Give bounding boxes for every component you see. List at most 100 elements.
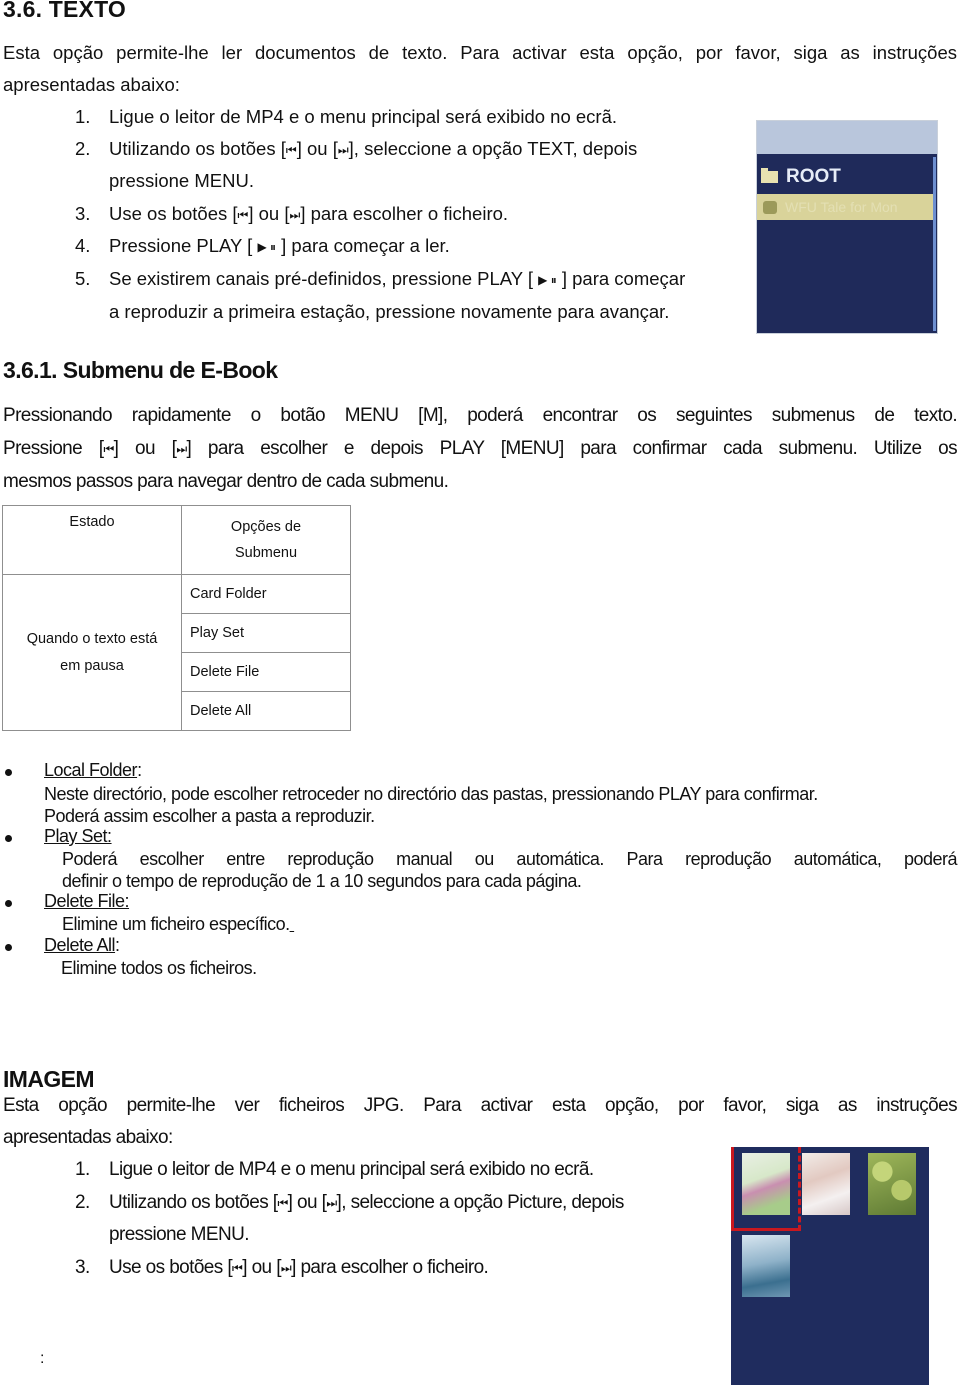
- texto-intro-line1: Esta opção permite-lhe ler documentos de…: [3, 42, 957, 63]
- step-number: 1.: [75, 1159, 90, 1180]
- para-text: Pressione [: [3, 438, 104, 459]
- bullet-text: Poderá assim escolher a pasta a reproduz…: [44, 806, 375, 826]
- step-text: ], seleccione a opção Picture, depois: [336, 1192, 625, 1213]
- step-text: Ligue o leitor de MP4 e o menu principal…: [109, 106, 618, 127]
- table-header-row: Estado Opções de Submenu: [2, 505, 351, 575]
- imagem-step-2: 2. Utilizando os botões [⏮] ou [⏭], selec…: [75, 1189, 624, 1217]
- bullet-label-suffix: :: [137, 760, 142, 780]
- texto-step-4: 4. Pressione PLAY [ ▶ ⏸ ] para começar a …: [75, 230, 450, 263]
- submenu-para-line3: mesmos passos para navegar dentro de cad…: [3, 471, 449, 492]
- root-label: ROOT: [786, 166, 841, 187]
- footer-mark: :: [40, 1350, 45, 1367]
- option-text: Delete File: [190, 664, 260, 680]
- bullet-label-play-set: Play Set:: [44, 826, 112, 847]
- texto-step-2-cont: pressione MENU.: [109, 170, 254, 191]
- step-number: 1.: [75, 106, 91, 127]
- step-number: 2.: [75, 138, 91, 159]
- skip-back-icon: ⏮: [277, 1196, 288, 1210]
- bullet-icon: [5, 835, 12, 842]
- texto-step-5: 5. Se existirem canais pré-definidos, pre…: [75, 263, 685, 296]
- option-text: Play Set: [190, 625, 244, 641]
- skip-back-icon: ⏮: [237, 208, 249, 222]
- step-text: ] ou [: [242, 1257, 281, 1278]
- state-text: em pausa: [60, 657, 124, 674]
- skip-forward-icon: ⏭: [289, 208, 301, 222]
- play-pause-icon: ▶ ⏸: [257, 240, 277, 254]
- section-title-texto: 3.6. TEXTO: [3, 0, 127, 22]
- selected-file-row: WFU Tale for Mon: [757, 194, 933, 220]
- header-text: Opções de: [230, 519, 302, 535]
- thumbnail-fruit: [868, 1153, 916, 1215]
- bullet-label-suffix: :: [115, 935, 120, 955]
- bullet-icon: [5, 769, 12, 776]
- skip-forward-icon: ⏭: [326, 1196, 337, 1210]
- bullet-label-delete-all: Delete All:: [44, 935, 120, 956]
- bullet-label-text: Local Folder: [44, 760, 138, 780]
- bullet-label-text: Delete File:: [44, 891, 130, 911]
- imagem-step-1: 1. Ligue o leitor de MP4 e o menu princip…: [75, 1156, 594, 1184]
- section-title-submenu: 3.6.1. Submenu de E-Book: [3, 357, 278, 383]
- texto-step-5-cont: a reproduzir a primeira estação, pressio…: [109, 301, 670, 322]
- texto-step-1: 1. Ligue o leitor de MP4 e o menu princip…: [75, 101, 617, 133]
- root-folder-row: ROOT: [757, 164, 929, 190]
- para-text: ] ou [: [113, 438, 177, 459]
- bullet-text: Elimine um ficheiro específico.: [62, 913, 294, 935]
- bullet-label-local-folder: Local Folder:: [44, 760, 142, 781]
- step-number: 4.: [75, 235, 91, 256]
- header-estado: Estado: [2, 505, 182, 575]
- option-cell: Delete File: [181, 652, 351, 692]
- option-cell: Delete All: [181, 691, 351, 731]
- header-text: Submenu: [234, 545, 298, 561]
- folder-icon: [761, 168, 778, 183]
- option-cell: Play Set: [181, 613, 351, 653]
- step-text: Utilizando os botões [: [109, 138, 286, 159]
- step-text: Utilizando os botões [: [109, 1192, 278, 1213]
- step-text: Ligue o leitor de MP4 e o menu principal…: [109, 1159, 594, 1180]
- skip-forward-icon: ⏭: [176, 442, 187, 456]
- option-text: Card Folder: [190, 586, 267, 602]
- step-text: Se existirem canais pré-definidos, press…: [109, 268, 539, 289]
- imagem-intro-line2: apresentadas abaixo:: [3, 1127, 173, 1148]
- header-opcoes: Opções de Submenu: [181, 505, 351, 575]
- submenu-para-line2: Pressione [⏮] ou [⏭] para escolher e dep…: [3, 435, 958, 463]
- skip-forward-icon: ⏭: [337, 143, 349, 157]
- state-cell: Quando o texto está em pausa: [2, 574, 182, 731]
- skip-forward-icon: ⏭: [280, 1261, 292, 1275]
- texto-intro-line2: apresentadas abaixo:: [3, 74, 180, 95]
- bullet-text: definir o tempo de reprodução de 1 a 10 …: [62, 871, 582, 891]
- device-screen-file-browser: ROOT WFU Tale for Mon: [756, 120, 938, 334]
- thumbnail-flower: [742, 1153, 790, 1215]
- bullet-label-text: Delete All: [44, 935, 116, 955]
- step-text: Use os botões [: [109, 203, 238, 224]
- imagem-step-2-cont: pressione MENU.: [109, 1224, 249, 1245]
- step-number: 2.: [75, 1192, 90, 1213]
- file-icon: [763, 200, 777, 214]
- table-row: Quando o texto está em pausa Card Folder: [2, 574, 351, 731]
- bullet-label-delete-file: Delete File:: [44, 891, 130, 912]
- step-text: ] para começar: [556, 268, 686, 289]
- imagem-step-3: 3. Use os botões [⏮] ou [⏭] para escolher…: [75, 1254, 489, 1282]
- step-text: ] para escolher o ficheiro.: [291, 1257, 489, 1278]
- bullet-text: Neste directório, pode escolher retroced…: [44, 784, 818, 804]
- step-number: 3.: [75, 1257, 90, 1278]
- thumbnail-tree: [742, 1235, 790, 1297]
- step-text: ] ou [: [296, 138, 338, 159]
- bullet-icon: [5, 944, 12, 951]
- play-pause-icon: ▶ ⏸: [538, 273, 557, 287]
- thumbnail-portrait: [802, 1153, 850, 1215]
- device-screen-picture-browser: [731, 1147, 929, 1385]
- texto-step-2: 2. Utilizando os botões [⏮] ou [⏭], selec…: [75, 133, 637, 166]
- submenu-table: Estado Opções de Submenu Quando o texto e…: [2, 505, 351, 731]
- section-title-imagem: IMAGEM: [3, 1066, 95, 1092]
- bullet-label-text: Play Set:: [44, 826, 112, 846]
- submenu-para-line1: Pressionando rapidamente o botão MENU [M…: [3, 405, 958, 426]
- para-text: ] para escolher e depois PLAY [MENU] par…: [186, 438, 958, 459]
- selected-file-label: WFU Tale for Mon: [785, 199, 898, 215]
- bullet-text-content: Elimine um ficheiro específico.: [62, 914, 290, 934]
- bullet-text: Poderá escolher entre reprodução manual …: [62, 849, 958, 869]
- skip-back-icon: ⏮: [232, 1261, 243, 1275]
- state-text: Quando o texto está: [26, 630, 158, 647]
- option-text: Delete All: [190, 703, 252, 719]
- step-text: ] ou [: [248, 203, 290, 224]
- skip-back-icon: ⏮: [285, 143, 297, 157]
